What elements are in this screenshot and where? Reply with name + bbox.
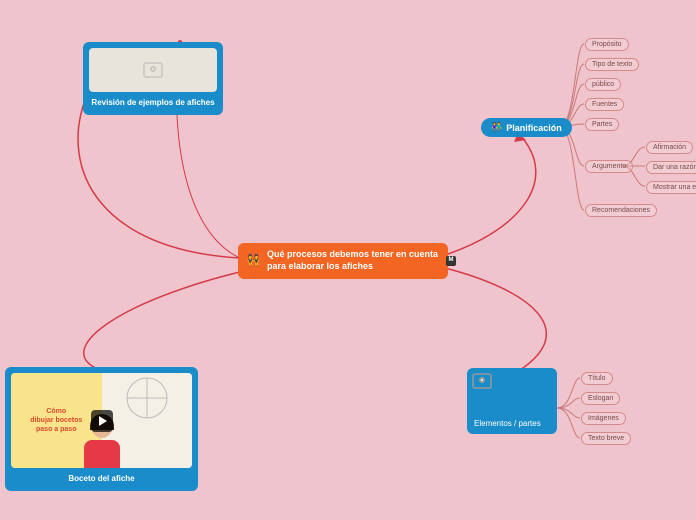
play-icon[interactable]: [91, 410, 113, 432]
note-badge-icon[interactable]: M: [446, 256, 456, 266]
central-node[interactable]: 👯 Qué procesos debemos tener en cuenta p…: [238, 243, 448, 279]
boceto-label: Boceto del afiche: [11, 472, 192, 485]
leaf-proposito[interactable]: Propósito: [585, 38, 629, 51]
leaf-publico[interactable]: público: [585, 78, 621, 91]
central-emoji: 👯: [246, 253, 261, 269]
image-placeholder-icon: [89, 48, 217, 92]
leaf-razon[interactable]: Dar una razón: [646, 161, 696, 174]
branch-planificacion[interactable]: 👫 Planificación: [481, 118, 572, 137]
leaf-fuentes[interactable]: Fuentes: [585, 98, 624, 111]
branch-revision[interactable]: Revisión de ejemplos de afiches: [83, 42, 223, 115]
revision-label: Revisión de ejemplos de afiches: [89, 96, 217, 109]
leaf-evidencia[interactable]: Mostrar una evid: [646, 181, 696, 194]
central-title: Qué procesos debemos tener en cuenta par…: [267, 249, 440, 272]
video-thumbnail[interactable]: Cómo dibujar bocetos paso a paso: [11, 373, 192, 468]
leaf-texto[interactable]: Texto breve: [581, 432, 631, 445]
branch-elementos[interactable]: Elementos / partes: [467, 368, 557, 434]
planif-emoji: 👫: [491, 122, 502, 133]
thumb-text-2: dibujar bocetos: [30, 416, 82, 425]
leaf-argumento[interactable]: Argumento: [585, 160, 633, 173]
image-placeholder-icon: [472, 373, 552, 417]
leaf-eslogan[interactable]: Eslogan: [581, 392, 620, 405]
planif-label: Planificación: [506, 123, 562, 133]
leaf-tipo[interactable]: Tipo de texto: [585, 58, 639, 71]
elementos-label: Elementos / partes: [472, 417, 552, 429]
thumb-text-1: Cómo: [46, 407, 66, 416]
leaf-imagenes[interactable]: Imágenes: [581, 412, 626, 425]
branch-boceto[interactable]: Cómo dibujar bocetos paso a paso Boceto …: [5, 367, 198, 491]
thumb-text-3: paso a paso: [36, 425, 76, 434]
leaf-recomendaciones[interactable]: Recomendaciones: [585, 204, 657, 217]
leaf-afirmacion[interactable]: Afirmación: [646, 141, 693, 154]
leaf-titulo[interactable]: Título: [581, 372, 613, 385]
leaf-partes[interactable]: Partes: [585, 118, 619, 131]
